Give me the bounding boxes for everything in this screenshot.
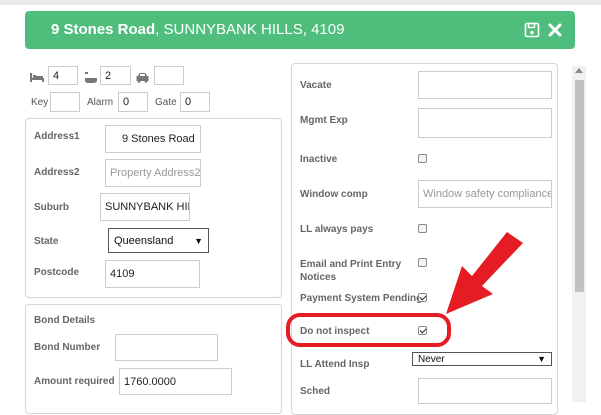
- bond-number-input[interactable]: [115, 334, 218, 361]
- alarm-input[interactable]: 0: [118, 92, 148, 112]
- bath-icon: [84, 70, 97, 88]
- postcode-input[interactable]: 4109: [105, 260, 200, 288]
- window-comp-input[interactable]: Window safety compliance: [418, 180, 552, 208]
- sched-label: Sched: [300, 386, 331, 397]
- key-label: Key: [31, 97, 49, 108]
- bed-icon: [30, 70, 44, 88]
- ll-attend-insp-select[interactable]: Never ▼: [412, 352, 552, 366]
- bathrooms-input[interactable]: 2: [100, 66, 131, 85]
- window-comp-label: Window comp: [300, 189, 368, 200]
- key-input[interactable]: [50, 92, 80, 112]
- chevron-down-icon: ▼: [194, 235, 203, 246]
- address2-input[interactable]: Property Address2: [105, 159, 201, 187]
- mgmt-exp-input[interactable]: [418, 108, 552, 138]
- alarm-label: Alarm: [87, 97, 114, 108]
- address2-label: Address2: [34, 167, 80, 178]
- payment-system-pending-checkbox[interactable]: [418, 293, 427, 302]
- ll-always-pays-checkbox[interactable]: [418, 224, 427, 233]
- inactive-checkbox[interactable]: [418, 154, 427, 163]
- do-not-inspect-highlight: [286, 313, 451, 347]
- scroll-up-arrow-icon[interactable]: [575, 68, 583, 73]
- amount-required-label: Amount required: [34, 376, 115, 387]
- email-print-label-line2: Notices: [300, 272, 337, 283]
- ll-always-pays-label: LL always pays: [300, 224, 374, 235]
- postcode-label: Postcode: [34, 267, 80, 278]
- suburb-input[interactable]: SUNNYBANK HILLS: [100, 193, 190, 221]
- gate-label: Gate: [155, 97, 177, 108]
- car-icon: [136, 70, 149, 88]
- address1-label: Address1: [34, 131, 80, 142]
- scrollbar-thumb[interactable]: [575, 80, 584, 292]
- vacate-label: Vacate: [300, 80, 332, 91]
- property-header: 9 Stones Road, SUNNYBANK HILLS, 4109: [25, 11, 575, 49]
- close-x-icon[interactable]: [547, 22, 563, 38]
- inactive-label: Inactive: [300, 154, 338, 165]
- floppy-disk-icon[interactable]: [524, 22, 540, 38]
- suburb-label: Suburb: [34, 202, 69, 213]
- bond-details-title: Bond Details: [34, 315, 96, 326]
- email-print-checkbox[interactable]: [418, 258, 427, 267]
- state-label: State: [34, 236, 59, 247]
- bond-number-label: Bond Number: [34, 342, 101, 353]
- payment-system-pending-label: Payment System Pending: [300, 293, 423, 304]
- property-title-suburb: , SUNNYBANK HILLS, 4109: [155, 21, 345, 38]
- red-arrow-icon: [436, 232, 528, 323]
- chevron-down-icon: ▼: [537, 354, 546, 364]
- mgmt-exp-label: Mgmt Exp: [300, 115, 348, 126]
- email-print-label-line1: Email and Print Entry: [300, 259, 402, 270]
- address1-input[interactable]: 9 Stones Road: [105, 125, 201, 153]
- sched-input[interactable]: [418, 378, 552, 404]
- ll-attend-insp-value: Never: [418, 353, 445, 365]
- state-select-value: Queensland: [114, 234, 174, 247]
- property-title: 9 Stones Road, SUNNYBANK HILLS, 4109: [51, 11, 344, 49]
- ll-attend-insp-label: LL Attend Insp: [300, 359, 370, 370]
- gate-input[interactable]: 0: [180, 92, 210, 112]
- property-title-street: 9 Stones Road: [51, 21, 156, 38]
- bedrooms-input[interactable]: 4: [48, 66, 78, 85]
- vacate-input[interactable]: [418, 71, 552, 99]
- state-select[interactable]: Queensland ▼: [108, 228, 209, 253]
- window-top-strip: [0, 0, 601, 5]
- amount-required-input[interactable]: 1760.0000: [119, 368, 232, 395]
- car-spaces-input[interactable]: [154, 66, 184, 85]
